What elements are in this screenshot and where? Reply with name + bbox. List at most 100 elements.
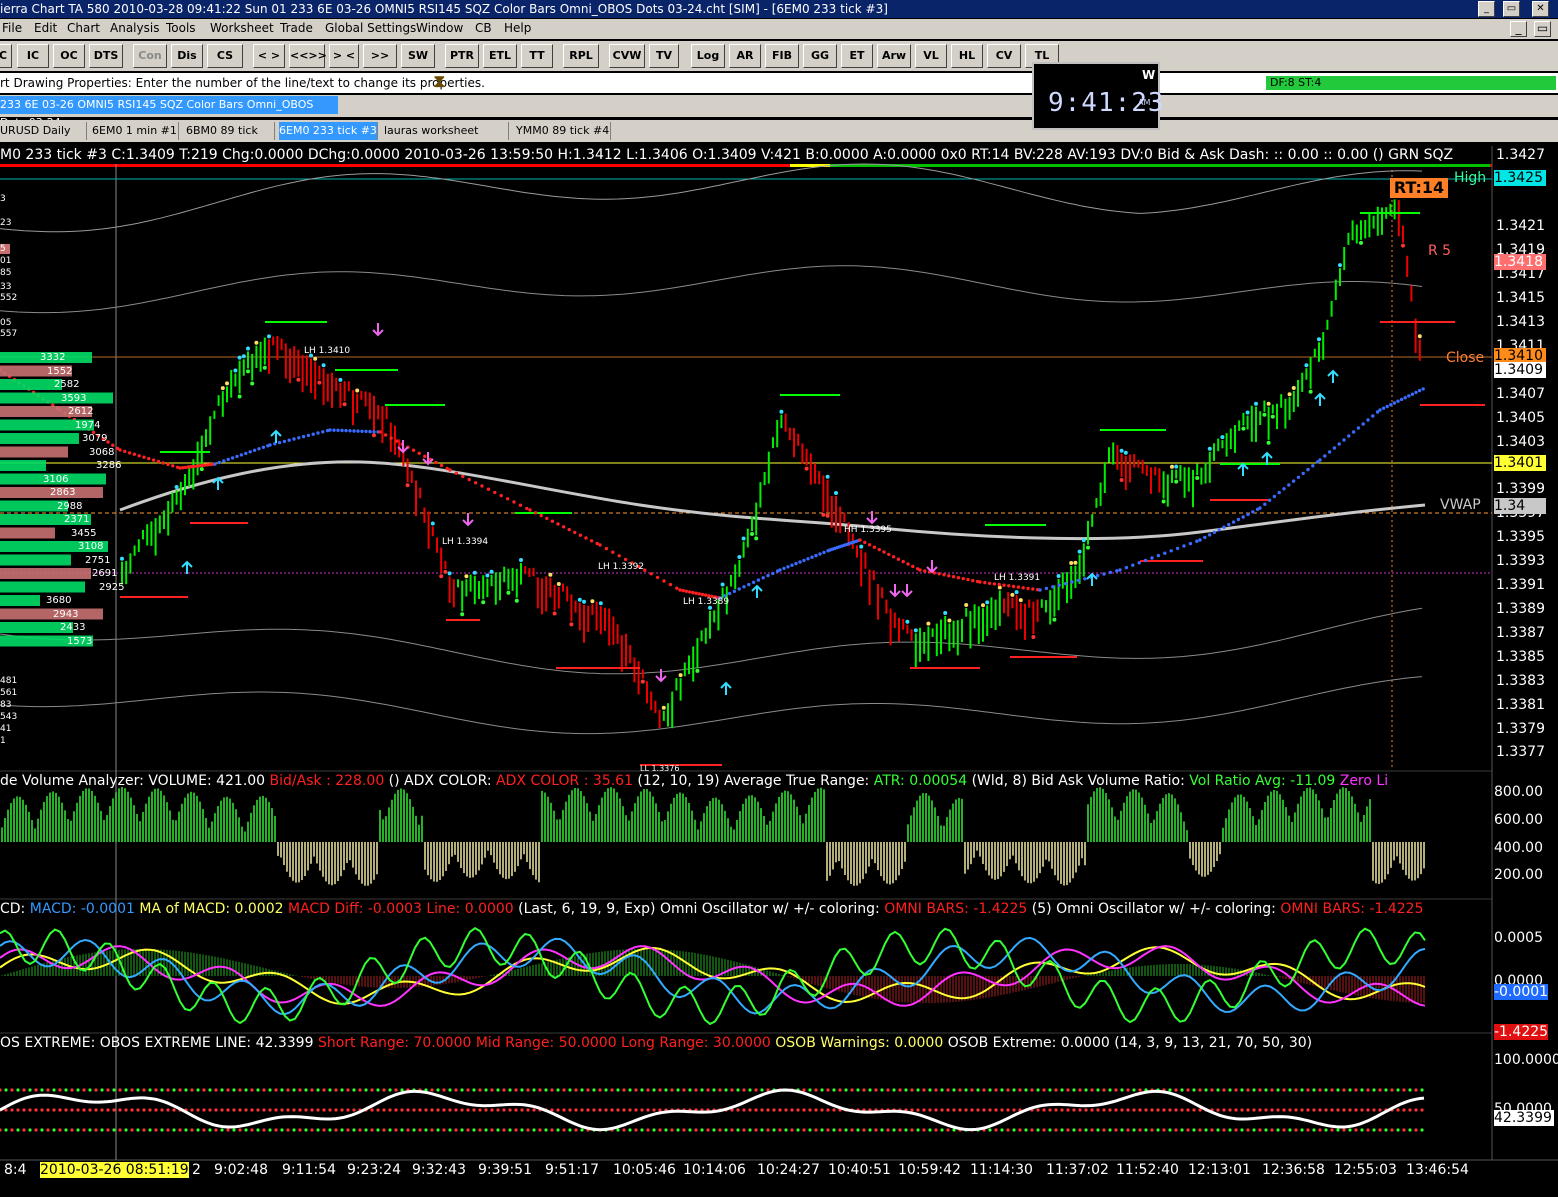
red-ma-dot bbox=[867, 543, 872, 547]
obos-dot bbox=[40, 1088, 44, 1092]
obos-dot bbox=[316, 1108, 320, 1112]
obos-dot bbox=[1186, 1088, 1190, 1092]
obos-dot bbox=[742, 1108, 746, 1112]
obos-dot bbox=[382, 1128, 386, 1132]
obos-dot bbox=[598, 1088, 602, 1092]
obos-dot bbox=[712, 1128, 716, 1132]
obos-dot bbox=[484, 1088, 488, 1092]
bar-dot bbox=[1287, 392, 1292, 397]
obos-dot bbox=[532, 1108, 536, 1112]
obos-dot bbox=[1012, 1108, 1016, 1112]
obos-dot bbox=[118, 1088, 122, 1092]
obos-dot bbox=[358, 1088, 362, 1092]
obos-dot bbox=[646, 1088, 650, 1092]
red-ma-dot bbox=[1031, 587, 1035, 591]
blue-ma-dot bbox=[1188, 541, 1193, 546]
obos-dot bbox=[1270, 1108, 1274, 1112]
obos-dot bbox=[1006, 1108, 1010, 1112]
obos-dot bbox=[796, 1128, 800, 1132]
red-ma-dot bbox=[966, 577, 970, 582]
high-value: 1.3425 bbox=[1494, 170, 1546, 186]
obos-dot bbox=[106, 1088, 110, 1092]
obos-dot bbox=[190, 1128, 194, 1132]
obos-dot bbox=[466, 1108, 470, 1112]
obos-dot bbox=[1090, 1088, 1094, 1092]
chart-canvas[interactable] bbox=[0, 0, 1558, 1197]
obos-dot bbox=[220, 1088, 224, 1092]
obos-dot bbox=[0, 1088, 2, 1092]
obos-dot bbox=[964, 1108, 968, 1112]
red-ma-dot bbox=[584, 536, 588, 540]
obos-header-segment: OS EXTREME: OBOS EXTREME LINE: 42.3399 bbox=[0, 1035, 318, 1051]
bar-dot bbox=[1014, 590, 1019, 595]
obos-dot bbox=[52, 1128, 56, 1132]
obos-dot bbox=[262, 1108, 266, 1112]
red-ma-dot bbox=[951, 575, 956, 579]
arrow-down-icon bbox=[901, 584, 913, 598]
obos-dot bbox=[1336, 1088, 1340, 1092]
macd-header-segment: MACD: -0.0001 bbox=[29, 901, 135, 917]
obos-dot bbox=[940, 1108, 944, 1112]
red-ma-dot bbox=[681, 588, 685, 593]
obos-dot bbox=[1336, 1108, 1340, 1112]
obos-dot bbox=[922, 1088, 926, 1092]
bar-dot bbox=[317, 380, 322, 385]
red-ma-dot bbox=[589, 539, 594, 543]
blue-ma-dot bbox=[1143, 558, 1148, 563]
obos-dot bbox=[1234, 1128, 1238, 1132]
obos-dot bbox=[1180, 1128, 1184, 1132]
obos-dot bbox=[616, 1108, 620, 1112]
obos-dot bbox=[1276, 1108, 1280, 1112]
obos-dot bbox=[406, 1128, 410, 1132]
obos-dot bbox=[1042, 1108, 1046, 1112]
blue-ma-dot bbox=[1342, 438, 1346, 442]
obos-dot bbox=[1162, 1108, 1166, 1112]
left-label: 85 bbox=[0, 268, 12, 278]
volume-profile-label: 3332 bbox=[40, 352, 66, 363]
obos-dot bbox=[658, 1108, 662, 1112]
obos-dot bbox=[1174, 1108, 1178, 1112]
time-tick: 11:37:02 bbox=[1046, 1162, 1109, 1178]
obos-dot bbox=[532, 1088, 536, 1092]
obos-dot bbox=[160, 1088, 164, 1092]
bar-dot bbox=[246, 346, 250, 351]
blue-ma-dot bbox=[1318, 458, 1322, 462]
obos-dot bbox=[88, 1108, 92, 1112]
blue-ma-dot bbox=[1258, 506, 1262, 510]
volume-header-segment: (12, 10, 19) Average True Range: bbox=[632, 773, 874, 789]
obos-dot bbox=[100, 1108, 104, 1112]
obos-dot bbox=[178, 1128, 182, 1132]
obos-dot bbox=[658, 1128, 662, 1132]
macd-header-segment: (5) Omni Oscillator w/ +/- coloring: bbox=[1027, 901, 1281, 917]
obos-dot bbox=[310, 1088, 314, 1092]
volume-profile-label: 2863 bbox=[50, 487, 76, 498]
obos-dot bbox=[520, 1128, 524, 1132]
obos-dot bbox=[766, 1108, 770, 1112]
obos-dot bbox=[1282, 1128, 1286, 1132]
time-tick: 12:55:03 bbox=[1334, 1162, 1397, 1178]
time-tick: 11:52:40 bbox=[1116, 1162, 1179, 1178]
obos-dot bbox=[220, 1128, 224, 1132]
blue-ma-dot bbox=[239, 453, 244, 457]
obos-dot bbox=[670, 1128, 674, 1132]
obos-dot bbox=[604, 1088, 608, 1092]
volume-header-segment: de Volume Analyzer: VOLUME: 421.00 bbox=[0, 773, 270, 789]
bar-dot bbox=[821, 512, 826, 517]
obos-dot bbox=[1156, 1128, 1160, 1132]
obos-line bbox=[0, 1088, 1425, 1132]
blue-ma-dot bbox=[737, 587, 741, 591]
volume-profile-bar bbox=[0, 568, 91, 579]
obos-dot bbox=[1396, 1108, 1400, 1112]
obos-dot bbox=[280, 1088, 284, 1092]
obos-dot bbox=[1210, 1128, 1214, 1132]
obos-dot bbox=[418, 1108, 422, 1112]
obos-dot bbox=[1216, 1128, 1220, 1132]
obos-dot bbox=[724, 1088, 728, 1092]
red-ma-dot bbox=[961, 576, 965, 581]
obos-dot bbox=[154, 1128, 158, 1132]
volume-profile-bar bbox=[0, 527, 55, 539]
obos-dot bbox=[130, 1088, 134, 1092]
obos-dot bbox=[1348, 1088, 1352, 1092]
obos-dot bbox=[796, 1108, 800, 1112]
obos-dot bbox=[22, 1108, 26, 1112]
